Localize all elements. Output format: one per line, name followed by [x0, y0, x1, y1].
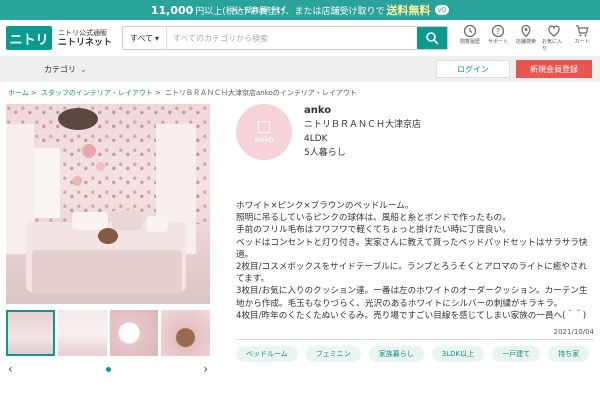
- thumbnail[interactable]: [57, 310, 107, 356]
- login-button[interactable]: ログイン: [436, 60, 510, 78]
- main-room-photo[interactable]: [6, 104, 210, 304]
- pillow: [146, 216, 168, 232]
- store-label: 店舗検索: [515, 39, 536, 45]
- site-header: ニトリ ニトリ公式通販 ニトリネット すべて ▾ すべてのカテゴリから検索 閲覧…: [0, 20, 600, 56]
- description-line: ホワイト×ピンク×ブラウンのベッドルーム。: [236, 201, 414, 211]
- avatar-text: anko: [254, 134, 274, 144]
- chevron-right-icon[interactable]: ›: [203, 362, 208, 376]
- breadcrumb-separator: >: [30, 89, 37, 97]
- banner-note: ※一部商品を除く: [232, 6, 287, 14]
- svg-text:?: ?: [496, 27, 500, 36]
- profile-details: anko ニトリＢＲＡＮＣＨ大津京店 4LDK 5人暮らし: [304, 104, 421, 160]
- history-label: 閲覧履歴: [459, 39, 480, 45]
- main-content: ‹ › anko anko ニトリＢＲＡＮＣＨ大津京店 4LDK 5人暮らし ホ…: [0, 104, 600, 376]
- tag[interactable]: フェミニン: [305, 346, 361, 363]
- tag[interactable]: 一戸建て: [492, 346, 541, 363]
- staff-family: 5人暮らし: [304, 148, 346, 158]
- post-date: 2021/10/04: [553, 328, 594, 337]
- search-category-label: すべて: [129, 33, 154, 43]
- breadcrumb: ホーム > スタッフのインテリア・レイアウト > ニトリＢＲＡＮＣＨ大津京店anko…: [0, 82, 600, 104]
- description-line: ベッドはコンセントと灯り付き。実家さんに教えて貰ったベッドパッドセットはサラサラ…: [236, 237, 588, 260]
- tag[interactable]: ベッドルーム: [236, 346, 298, 363]
- photo-gallery: ‹ ›: [6, 104, 210, 376]
- history-icon: [463, 24, 477, 38]
- signup-button[interactable]: 新規会員登録: [516, 60, 592, 78]
- brand-line1: ニトリ公式通販: [58, 29, 107, 37]
- category-menu[interactable]: カテゴリ ⌄: [44, 64, 87, 75]
- pillow: [112, 210, 142, 230]
- room-description: ホワイト×ピンク×ブラウンのベッドルーム。 照明に吊るしているピンクの球体は、風…: [236, 200, 594, 322]
- blanket: [32, 250, 182, 294]
- ceiling-lamp: [58, 108, 98, 130]
- history-button[interactable]: 閲覧履歴: [458, 24, 482, 52]
- favorite-icon: [548, 25, 560, 37]
- search-icon: [426, 32, 439, 45]
- chevron-left-icon[interactable]: ‹: [8, 362, 13, 376]
- teddy-bear: [98, 228, 118, 244]
- store-search-button[interactable]: 店舗検索: [514, 24, 538, 52]
- breadcrumb-staff[interactable]: スタッフのインテリア・レイアウト: [41, 89, 153, 97]
- staff-layout: 4LDK: [304, 134, 328, 144]
- cart-icon: [576, 25, 589, 37]
- staff-profile: anko anko ニトリＢＲＡＮＣＨ大津京店 4LDK 5人暮らし: [236, 104, 594, 160]
- description-line: 照明に吊るしているピンクの球体は、風船と糸とボンドで作ったもの。: [236, 213, 511, 224]
- nitori-logo[interactable]: ニトリ: [6, 26, 52, 50]
- search-input[interactable]: すべてのカテゴリから検索: [167, 27, 417, 49]
- search-button[interactable]: [417, 27, 447, 49]
- description-line: 4枚目/昨年のくたくたぬいぐるみ。売り場ですごい目線を感じてしまい家族の一員へ(…: [236, 310, 587, 321]
- description-line: 2枚目/コスメボックスをサイドテーブルに。ランプとろうそくとアロマのライトに癒や…: [236, 262, 588, 285]
- avatar: anko: [236, 104, 292, 160]
- cart-label: カート: [574, 39, 590, 45]
- breadcrumb-current: ニトリＢＲＡＮＣＨ大津京店ankoのインテリア・レイアウト: [165, 89, 357, 97]
- thumbnail[interactable]: [109, 310, 159, 356]
- search-bar: すべて ▾ すべてのカテゴリから検索: [122, 26, 448, 50]
- brand-name: ニトリ公式通販 ニトリネット: [58, 28, 116, 48]
- description-line: 手前のフリル毛布はフワフワで軽くてちょっと掛けたい時に丁度良い。: [236, 225, 511, 236]
- nav-bar: カテゴリ ⌄ ログイン 新規会員登録: [0, 56, 600, 82]
- staff-store: ニトリＢＲＡＮＣＨ大津京店: [304, 120, 422, 130]
- search-category-select[interactable]: すべて ▾: [123, 27, 167, 49]
- tag[interactable]: 3LDK以上: [431, 346, 485, 363]
- pager-dot[interactable]: [105, 366, 111, 372]
- support-icon: ?: [491, 24, 505, 38]
- breadcrumb-separator: >: [154, 89, 161, 97]
- shipping-banner: 11,000 円以上(税込) お買上げ、または店舗受け取りで 送料無料 v0 ※…: [0, 0, 600, 20]
- pink-ball-decor: [82, 144, 96, 158]
- thumbnail[interactable]: [6, 310, 55, 356]
- breadcrumb-home[interactable]: ホーム: [8, 89, 29, 97]
- banner-amount: 11,000: [150, 3, 194, 17]
- divider: [236, 339, 594, 341]
- support-label: サポート: [487, 39, 508, 45]
- support-button[interactable]: ? サポート: [486, 24, 510, 52]
- chevron-down-icon: ▾: [155, 33, 160, 43]
- favorite-label: お気に入り: [542, 39, 563, 52]
- cart-button[interactable]: カート: [570, 24, 594, 52]
- header-icons: 閲覧履歴 ? サポート 店舗検索 お気に入り カート: [458, 24, 594, 52]
- tag-list: ベッドルーム フェミニン 家族暮らし 3LDK以上 一戸建て 持ち家: [236, 346, 594, 363]
- description-line: 3枚目/お気に入りのクッション達。一番は左のホワイトのオーダークッション。カーテ…: [236, 286, 588, 309]
- pink-ball-decor: [72, 176, 82, 186]
- thumbnail-strip: [6, 310, 210, 356]
- store-icon: [521, 24, 531, 38]
- favorite-button[interactable]: お気に入り: [542, 24, 566, 52]
- chevron-down-icon: ⌄: [80, 64, 87, 74]
- avatar-logo-icon: [258, 120, 270, 133]
- staff-name: anko: [304, 105, 332, 116]
- gallery-nav: ‹ ›: [6, 362, 210, 376]
- pillow: [72, 212, 108, 230]
- category-label: カテゴリ: [44, 64, 76, 74]
- tag[interactable]: 持ち家: [548, 346, 590, 363]
- brand-line2: ニトリネット: [58, 38, 113, 48]
- tag[interactable]: 家族暮らし: [368, 346, 424, 363]
- pink-ball-decor: [96, 162, 105, 171]
- staff-info: anko anko ニトリＢＲＡＮＣＨ大津京店 4LDK 5人暮らし ホワイト×…: [236, 104, 594, 376]
- thumbnail[interactable]: [161, 310, 210, 356]
